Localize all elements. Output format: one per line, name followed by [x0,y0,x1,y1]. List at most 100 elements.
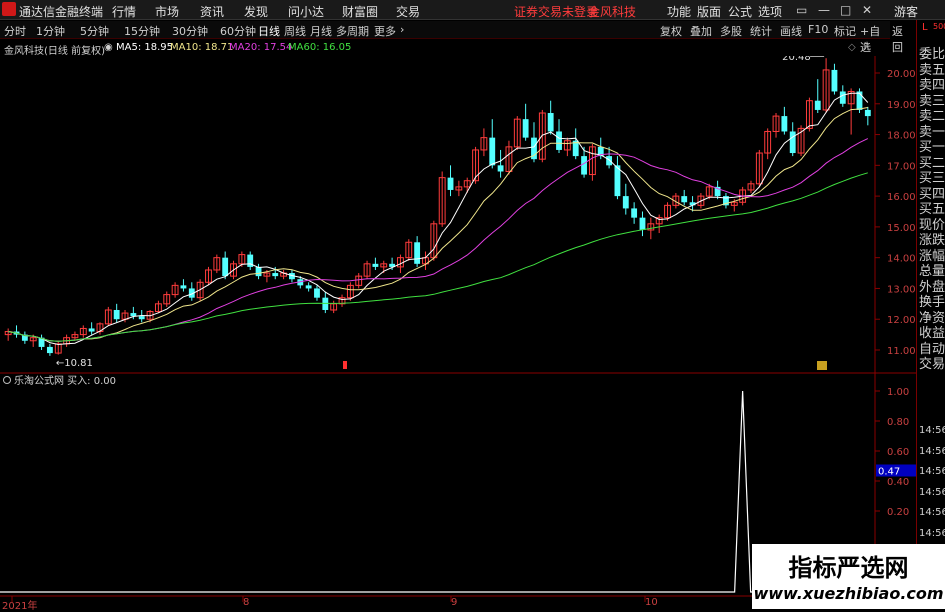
quote-panel-item[interactable]: 现价 [919,219,945,232]
quote-panel-item[interactable]: 买三 [919,172,945,185]
period-5min[interactable]: 5分钟 [80,23,109,39]
quote-panel-item[interactable]: 买五 [919,203,945,216]
quote-panel-item[interactable]: 卖一 [919,126,945,139]
quote-panel-item[interactable]: 涨跌 [919,234,945,247]
maximize-icon[interactable]: □ [840,3,851,17]
candle-body [631,208,638,218]
candle-body [180,285,187,289]
menu-ask[interactable]: 问小达 [288,3,324,20]
menu-news[interactable]: 资讯 [200,3,224,20]
quote-panel-item[interactable]: 买一 [919,141,945,154]
restore-icon[interactable]: ▭ [796,3,807,17]
candle-body [622,196,629,209]
ma10-label: MA10: 18.71 [170,42,234,53]
period-weekly[interactable]: 周线 [284,23,306,39]
quote-panel-item[interactable]: 卖二 [919,110,945,123]
login-status[interactable]: 证券交易未登录 [514,3,598,20]
candle-body [88,328,95,332]
quote-panel-item[interactable]: 14:56 [919,527,945,540]
app-name: 通达信金融终端 [19,5,104,19]
candle-body [681,196,688,203]
btn-statistics[interactable]: 统计 [750,23,772,39]
minimize-icon[interactable]: — [818,3,830,17]
menu-wealth[interactable]: 财富圈 [342,3,378,20]
chevron-right-icon[interactable]: › [400,23,404,36]
menu-quotes[interactable]: 行情 [112,3,136,20]
ma20-line [8,138,869,342]
btn-back[interactable]: 返回 [892,23,903,55]
candle-body [272,273,279,277]
btn-overlay[interactable]: 叠加 [690,23,712,39]
quote-panel-item[interactable]: 卖三 [919,95,945,108]
y-axis-label: 12.00 [887,315,916,326]
period-30min[interactable]: 30分钟 [172,23,208,39]
quote-panel-item[interactable]: 委比 [919,48,945,61]
period-multi[interactable]: 多周期 [336,23,369,39]
period-1min[interactable]: 1分钟 [36,23,65,39]
watermark-url: www.xuezhibiao.com [753,584,944,603]
candle-body [839,91,846,104]
menu-discover[interactable]: 发现 [244,3,268,20]
candle-body [130,313,137,317]
guest-label[interactable]: 游客 [894,3,918,20]
btn-mark[interactable]: 标记 [834,23,856,39]
candle-body [414,242,421,264]
quote-panel-item[interactable]: 净资 [919,312,945,325]
y-axis-label: 15.00 [887,223,916,234]
ma10-line [8,107,868,342]
period-15min[interactable]: 15分钟 [124,23,160,39]
quote-panel-item[interactable]: 14:56 [919,424,945,437]
menu-trade[interactable]: 交易 [396,3,420,20]
corner-num: 500 [933,22,945,31]
candle-body [522,119,529,138]
quote-panel-item[interactable]: 买二 [919,157,945,170]
ma5-label: MA5: 18.95 [116,42,174,53]
chart-area: 20.00 19.00 18.00 17.00 16.00 15.00 14.00 13.00… [0,56,916,609]
menu-formula[interactable]: 公式 [728,3,752,20]
menu-options[interactable]: 选项 [758,3,782,20]
period-60min[interactable]: 60分钟 [220,23,256,39]
quote-panel-item[interactable]: 14:56 [919,486,945,499]
quote-panel-item[interactable]: 14:56 [919,465,945,478]
quote-panel-item[interactable]: 14:56 [919,506,945,519]
period-toolbar: 分时 1分钟 5分钟 15分钟 30分钟 60分钟 日线 周线 月线 多周期 更… [0,21,903,54]
quote-panel-item[interactable]: 卖五 [919,64,945,77]
candle-body [113,309,120,320]
period-daily[interactable]: 日线 [258,23,280,39]
close-icon[interactable]: ✕ [862,3,872,17]
menu-bar: 通达信金融终端 行情 市场 资讯 发现 问小达 财富圈 交易 证券交易未登录 金… [0,0,945,20]
btn-restore-rights[interactable]: 复权 [660,23,682,39]
date-label-oct: 10 [645,597,658,608]
y-axis-label: 16.00 [887,192,916,203]
menu-function[interactable]: 功能 [667,3,691,20]
quote-panel-item[interactable]: 买四 [919,188,945,201]
quote-panel-item[interactable]: 总量 [919,265,945,278]
quote-panel-item[interactable]: 自动 [919,343,945,356]
btn-multi-stock[interactable]: 多股 [720,23,742,39]
period-more[interactable]: 更多 [374,23,396,39]
candle-body [831,69,838,92]
date-label-aug: 8 [243,597,250,608]
indicator-axis-label: 1.00 [887,387,909,398]
stock-name: 金风科技 [588,5,637,19]
candle-body [581,156,587,175]
indicator-axis-label: 0.20 [887,507,909,518]
period-tick[interactable]: 分时 [4,23,26,39]
settings-icon[interactable]: ◉ [104,42,113,53]
menu-market[interactable]: 市场 [155,3,179,20]
quote-panel-item[interactable]: 外盘 [919,281,945,294]
quote-panel-item[interactable]: 交易 [919,358,945,371]
close-icon[interactable]: ✕ [862,42,870,53]
diamond-icon[interactable]: ◇ [848,42,856,53]
y-axis-label: 11.00 [887,346,916,357]
date-label-start: 2021年 [2,601,38,612]
period-monthly[interactable]: 月线 [310,23,332,39]
menu-layout[interactable]: 版面 [697,3,721,20]
btn-draw[interactable]: 画线 [780,23,802,39]
btn-f10[interactable]: F10 [808,23,828,36]
quote-panel-item[interactable]: 换手 [919,296,945,309]
quote-panel-item[interactable]: 涨幅 [919,250,945,263]
quote-panel-item[interactable]: 收益 [919,327,945,340]
quote-panel-item[interactable]: 14:56 [919,445,945,458]
quote-panel-item[interactable]: 卖四 [919,79,945,92]
